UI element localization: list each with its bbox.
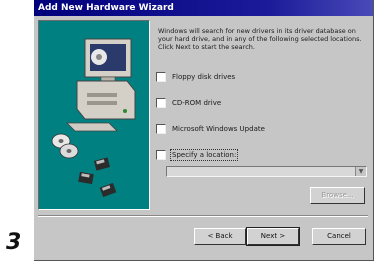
wizard-illustration bbox=[38, 20, 150, 210]
floppy-checkbox[interactable] bbox=[156, 72, 166, 82]
option-windows-update[interactable]: Microsoft Windows Update bbox=[156, 124, 265, 134]
page-number: 3 bbox=[6, 230, 22, 255]
windows-update-label: Microsoft Windows Update bbox=[172, 125, 265, 133]
window-title: Add New Hardware Wizard bbox=[34, 0, 373, 16]
browse-button[interactable]: Browse... bbox=[310, 187, 365, 204]
specify-location-label: Specify a location: bbox=[169, 149, 239, 161]
floppy-label: Floppy disk drives bbox=[172, 73, 236, 81]
option-cd-rom-drive[interactable]: CD-ROM drive bbox=[156, 98, 221, 108]
back-button[interactable]: < Back bbox=[194, 228, 246, 245]
cd-rom-checkbox[interactable] bbox=[156, 98, 166, 108]
button-separator bbox=[38, 215, 368, 217]
chevron-down-icon[interactable]: ▼ bbox=[355, 167, 366, 176]
computer-with-disks-icon bbox=[51, 38, 136, 198]
location-combobox[interactable]: ▼ bbox=[166, 166, 367, 177]
wizard-instructions: Windows will search for new drivers in i… bbox=[158, 27, 362, 51]
specify-location-checkbox[interactable] bbox=[156, 150, 166, 160]
cancel-button[interactable]: Cancel bbox=[312, 228, 366, 245]
cd-rom-label: CD-ROM drive bbox=[172, 99, 222, 107]
windows-update-checkbox[interactable] bbox=[156, 124, 166, 134]
option-floppy-disk-drives[interactable]: Floppy disk drives bbox=[156, 72, 235, 82]
next-button[interactable]: Next > bbox=[246, 227, 300, 246]
option-specify-location[interactable]: Specify a location: bbox=[156, 149, 239, 161]
add-new-hardware-wizard-window: Add New Hardware Wizard Windows will sea… bbox=[34, 0, 374, 261]
